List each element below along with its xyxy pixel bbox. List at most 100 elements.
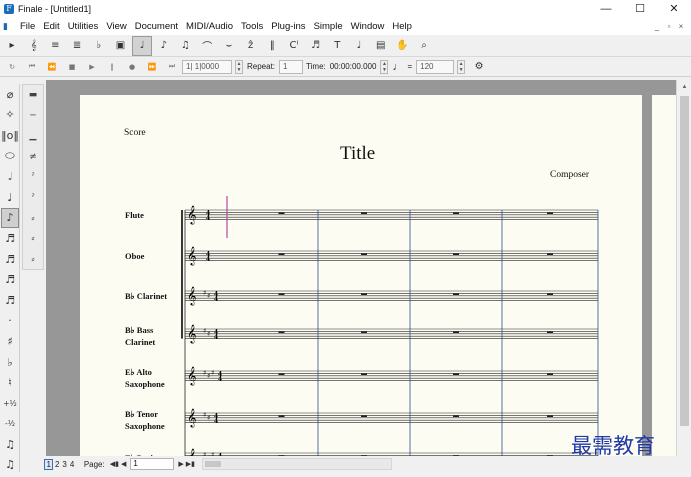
menu-plug-ins[interactable]: Plug-ins [267, 18, 309, 35]
whole-rest-icon[interactable]: ─ [23, 106, 43, 127]
thirty-second-note-icon[interactable]: ♬ [1, 249, 19, 270]
tempo-note-icon[interactable]: ♩ [392, 61, 403, 73]
half-step-down-icon[interactable]: -½ [1, 414, 19, 435]
playback-settings-gear-icon[interactable]: ⚙ [469, 58, 489, 76]
selection-arrow-icon[interactable]: ▸ [2, 36, 22, 56]
vertical-scrollbar[interactable]: ▲ [676, 80, 691, 456]
score-canvas[interactable]: Score Title Composer Flute Oboe B♭ Clarine… [46, 80, 676, 456]
whole-note-icon[interactable]: ⬭ [1, 146, 19, 167]
double-whole-note-icon[interactable]: ‖o‖ [1, 125, 19, 146]
eighth-note-icon[interactable]: ♪ [1, 207, 19, 229]
flat-icon[interactable]: ♭ [1, 352, 19, 373]
score-page[interactable]: Score Title Composer Flute Oboe B♭ Clarine… [80, 95, 642, 456]
tuplet-tool-icon[interactable]: ♫ [176, 36, 196, 56]
half-note-icon[interactable]: 𝅗𝅥 [1, 166, 19, 187]
articulation-tool-icon[interactable]: ⌣ [219, 36, 239, 56]
tuplet-icon[interactable]: ♫ [1, 434, 19, 455]
page-layout-tool-icon[interactable]: ▤ [371, 36, 391, 56]
quarter-rest-icon[interactable]: ≠ [23, 147, 43, 168]
zoom-icon[interactable]: ⌕ [414, 36, 434, 56]
repeat-dropdown[interactable]: 1 [279, 59, 304, 74]
horizontal-scrollbar[interactable] [202, 458, 392, 470]
simple-entry-tool-icon[interactable]: ♩ [132, 35, 153, 56]
eraser-icon[interactable]: ⌀ [1, 84, 19, 105]
tempo-field[interactable]: 120 [416, 59, 455, 74]
lyrics-tool-icon[interactable]: ♬ [306, 36, 326, 56]
forward-end-icon[interactable]: ⏭ [162, 58, 182, 76]
maximize-button[interactable]: ☐ [623, 0, 657, 18]
text-tool-icon[interactable]: T [327, 36, 347, 56]
hand-grabber-icon[interactable]: ✋ [392, 36, 412, 56]
thirty-second-rest-icon[interactable]: ⸗ [23, 208, 43, 229]
first-page-icon[interactable]: ◀▮ [109, 460, 120, 468]
tie-icon[interactable]: ✧ [1, 105, 19, 126]
menu-view[interactable]: View [102, 18, 130, 35]
tempo-spinner[interactable]: ▲ ▼ [457, 59, 466, 74]
previous-page-icon[interactable]: ◀ [120, 460, 127, 468]
half-step-up-icon[interactable]: +½ [1, 393, 19, 414]
next-page-icon[interactable]: ▶ [177, 460, 184, 468]
grace-note-icon[interactable]: ♫ [1, 455, 19, 476]
augmentation-dot-icon[interactable]: · [1, 311, 19, 332]
chord-tool-icon[interactable]: Cᴵ [284, 36, 304, 56]
measure-tool-icon[interactable]: ≡ [45, 36, 65, 56]
page-tab-3[interactable]: 3 [61, 460, 68, 469]
doc-minimize-button[interactable]: _ [651, 22, 663, 31]
key-signature-tool-icon[interactable]: ≣ [67, 36, 87, 56]
rewind-icon[interactable]: ⏪ [42, 58, 62, 76]
sharp-icon[interactable]: ♯ [1, 331, 19, 352]
sixty-fourth-note-icon[interactable]: ♬ [1, 269, 19, 290]
page-tab-2[interactable]: 2 [53, 460, 60, 469]
scroll-up-icon[interactable]: ▲ [677, 80, 691, 94]
eighth-rest-icon[interactable]: ˀ [23, 167, 43, 188]
position-spinner[interactable]: ▲ ▼ [235, 59, 243, 74]
minimize-button[interactable]: — [589, 0, 623, 18]
one-twenty-eighth-note-icon[interactable]: ♬ [1, 290, 19, 311]
stop-icon[interactable]: ■ [62, 58, 82, 76]
expression-tool-icon[interactable]: ẑ [241, 36, 261, 56]
staff-tool-icon[interactable]: 𝄞 [24, 36, 44, 56]
play-icon[interactable]: ▶ [82, 58, 102, 76]
page-tab-4[interactable]: 4 [68, 460, 75, 469]
speedy-entry-tool-icon[interactable]: ♪ [154, 36, 174, 56]
doc-restore-button[interactable]: ▫ [663, 22, 675, 31]
quarter-note-icon[interactable]: ♩ [1, 187, 19, 208]
last-page-icon[interactable]: ▶▮ [185, 460, 196, 468]
menu-tools[interactable]: Tools [237, 18, 267, 35]
menu-window[interactable]: Window [347, 18, 389, 35]
clef-tool-icon[interactable]: ▣ [110, 36, 130, 56]
vertical-scroll-thumb[interactable] [680, 96, 689, 426]
score-staves[interactable]: 𝄞44𝄞44𝄞♯♯44𝄞♯♯44𝄞♯♯♯44𝄞♯♯44𝄞♯♯♯44 [80, 95, 642, 456]
page-tab-1[interactable]: 1 [44, 458, 54, 470]
rewind-start-icon[interactable]: ⏮ [22, 58, 42, 76]
menu-file[interactable]: File [16, 18, 39, 35]
one-twenty-eighth-rest-icon[interactable]: ⸗ [23, 249, 43, 270]
page-number-field[interactable]: 1 [130, 458, 175, 470]
menu-edit[interactable]: Edit [39, 18, 63, 35]
horizontal-scroll-thumb[interactable] [205, 461, 221, 467]
resize-tool-icon[interactable]: ♩ [349, 36, 369, 56]
time-signature-tool-icon[interactable]: ♭ [89, 36, 109, 56]
repeat-tool-icon[interactable]: ‖ [262, 36, 282, 56]
pause-icon[interactable]: ‖ [102, 58, 122, 76]
fast-forward-icon[interactable]: ⏩ [142, 58, 162, 76]
menu-document[interactable]: Document [131, 18, 182, 35]
menu-utilities[interactable]: Utilities [64, 18, 103, 35]
menu-midi-audio[interactable]: MIDI/Audio [182, 18, 237, 35]
menu-simple[interactable]: Simple [310, 18, 347, 35]
document-icon[interactable]: ▮ [3, 21, 12, 32]
sixteenth-rest-icon[interactable]: ˀ [23, 188, 43, 209]
loop-icon[interactable]: ↻ [2, 58, 22, 76]
close-button[interactable]: ✕ [657, 0, 691, 18]
position-field[interactable]: 1| 1|0000 [182, 59, 232, 74]
sixteenth-note-icon[interactable]: ♬ [1, 228, 19, 249]
half-rest-icon[interactable]: ▁ [23, 126, 43, 147]
doc-close-button[interactable]: × [675, 22, 687, 31]
time-spinner[interactable]: ▲ ▼ [380, 59, 389, 74]
menu-help[interactable]: Help [388, 18, 416, 35]
record-icon[interactable]: ● [122, 58, 142, 76]
smart-shape-tool-icon[interactable]: ⌒ [197, 36, 217, 56]
double-whole-rest-icon[interactable]: ▬ [23, 85, 43, 106]
natural-icon[interactable]: ♮ [1, 372, 19, 393]
sixty-fourth-rest-icon[interactable]: ⸗ [23, 229, 43, 250]
